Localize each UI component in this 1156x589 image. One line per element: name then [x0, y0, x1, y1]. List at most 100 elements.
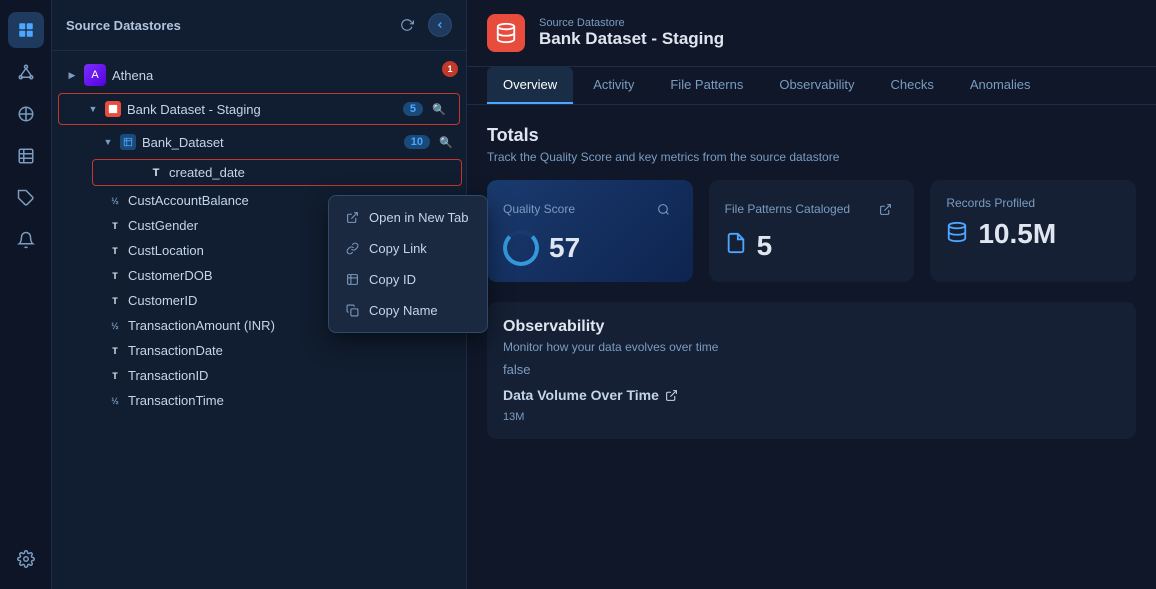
transaction-time-type-icon: ½: [108, 394, 122, 408]
main-content: Source Datastore Bank Dataset - Staging …: [467, 0, 1156, 589]
sidebar: Source Datastores ▶ A Athena 1 ▼ Bank Da…: [52, 0, 467, 589]
copy-link-label: Copy Link: [369, 241, 427, 256]
collapse-sidebar-button[interactable]: [428, 13, 452, 37]
totals-subtitle: Track the Quality Score and key metrics …: [487, 150, 1136, 164]
nav-icon-bell[interactable]: [8, 222, 44, 258]
cust-account-type-icon: ½: [108, 194, 122, 208]
content-header: Source Datastore Bank Dataset - Staging: [467, 0, 1156, 67]
cust-location-type-icon: T: [108, 244, 122, 258]
file-patterns-value: 5: [725, 230, 899, 262]
transaction-id-type-icon: T: [108, 369, 122, 383]
open-new-tab-icon: [345, 211, 359, 225]
nav-icon-settings[interactable]: [8, 541, 44, 577]
file-patterns-link[interactable]: [872, 196, 898, 222]
athena-expand-arrow[interactable]: ▶: [66, 69, 78, 81]
open-new-tab-label: Open in New Tab: [369, 210, 469, 225]
context-menu-copy-link[interactable]: Copy Link: [329, 233, 487, 264]
chart-y-label: 13M: [503, 411, 1120, 423]
content-body: Totals Track the Quality Score and key m…: [467, 105, 1156, 589]
cust-gender-type-icon: T: [108, 219, 122, 233]
tab-anomalies[interactable]: Anomalies: [954, 67, 1047, 104]
transaction-amount-type-icon: ½: [108, 319, 122, 333]
sidebar-item-transaction-time[interactable]: ½ TransactionTime: [52, 388, 466, 413]
metric-records-profiled: Records Profiled 10.5M: [930, 180, 1136, 282]
observability-title: Observability: [503, 318, 1120, 336]
customer-id-type-icon: T: [108, 294, 122, 308]
sidebar-item-bank-dataset-table[interactable]: ▼ Bank_Dataset 10 🔍: [60, 127, 466, 157]
bank-table-badge: 10: [404, 135, 430, 149]
observability-section: Observability Monitor how your data evol…: [487, 302, 1136, 439]
refresh-button[interactable]: [394, 12, 420, 38]
nav-rail: [0, 0, 52, 589]
header-info: Source Datastore Bank Dataset - Staging: [539, 17, 724, 49]
context-menu: Open in New Tab Copy Link Copy ID Copy N…: [328, 195, 488, 333]
totals-title: Totals: [487, 125, 1136, 146]
created-date-label: created_date: [169, 165, 451, 180]
quality-score-value: 57: [503, 230, 677, 266]
nav-icon-tag[interactable]: [8, 180, 44, 216]
nav-icon-home[interactable]: [8, 12, 44, 48]
file-patterns-label: File Patterns Cataloged: [725, 202, 850, 216]
bank-table-icon: [120, 134, 136, 150]
bank-dataset-expand-arrow[interactable]: ▼: [87, 103, 99, 115]
nav-icon-circle[interactable]: [8, 96, 44, 132]
tab-file-patterns[interactable]: File Patterns: [654, 67, 759, 104]
bank-table-label: Bank_Dataset: [142, 135, 398, 150]
header-subtitle: Source Datastore: [539, 17, 724, 29]
context-menu-open-new-tab[interactable]: Open in New Tab: [329, 202, 487, 233]
tab-checks[interactable]: Checks: [874, 67, 949, 104]
file-icon: [725, 232, 747, 260]
copy-id-label: Copy ID: [369, 272, 416, 287]
data-volume-link-icon[interactable]: [665, 389, 678, 402]
sidebar-title: Source Datastores: [66, 18, 181, 33]
bank-dataset-icon: [105, 101, 121, 117]
quality-score-search[interactable]: [651, 196, 677, 222]
metric-quality-score: Quality Score 57: [487, 180, 693, 282]
data-volume-header: Data Volume Over Time: [503, 387, 1120, 403]
athena-label: Athena: [112, 68, 456, 83]
quality-score-label: Quality Score: [503, 202, 575, 216]
records-profiled-label: Records Profiled: [946, 196, 1035, 210]
observability-subtitle: Monitor how your data evolves over time: [503, 340, 1120, 354]
bank-table-expand-arrow[interactable]: ▼: [102, 136, 114, 148]
transaction-time-label: TransactionTime: [128, 393, 456, 408]
datastore-icon: [487, 14, 525, 52]
data-volume-title: Data Volume Over Time: [503, 387, 659, 403]
athena-badge: 1: [442, 61, 458, 77]
sidebar-item-created-date[interactable]: T created_date: [92, 159, 462, 186]
sidebar-actions: [394, 12, 452, 38]
copy-id-icon: [345, 273, 359, 287]
bank-dataset-search-button[interactable]: 🔍: [429, 99, 449, 119]
tab-observability[interactable]: Observability: [763, 67, 870, 104]
tab-activity[interactable]: Activity: [577, 67, 650, 104]
tabs-bar: Overview Activity File Patterns Observab…: [467, 67, 1156, 105]
sidebar-item-athena[interactable]: ▶ A Athena 1: [52, 59, 466, 91]
context-menu-copy-name[interactable]: Copy Name: [329, 295, 487, 326]
file-patterns-header: File Patterns Cataloged: [725, 196, 899, 222]
sidebar-item-transaction-date[interactable]: T TransactionDate: [52, 338, 466, 363]
header-title: Bank Dataset - Staging: [539, 29, 724, 49]
sidebar-item-bank-dataset-staging[interactable]: ▼ Bank Dataset - Staging 5 🔍: [58, 93, 460, 125]
observability-status: false: [503, 362, 1120, 377]
context-menu-copy-id[interactable]: Copy ID: [329, 264, 487, 295]
records-profiled-value: 10.5M: [946, 218, 1120, 250]
bank-dataset-staging-label: Bank Dataset - Staging: [127, 102, 397, 117]
quality-score-header: Quality Score: [503, 196, 677, 222]
customer-dob-type-icon: T: [108, 269, 122, 283]
transaction-date-label: TransactionDate: [128, 343, 456, 358]
tab-overview[interactable]: Overview: [487, 67, 573, 104]
bank-dataset-badge: 5: [403, 102, 423, 116]
nav-icon-check[interactable]: [8, 138, 44, 174]
metric-file-patterns: File Patterns Cataloged 5: [709, 180, 915, 282]
metrics-row: Quality Score 57 File Patterns Cataloged: [487, 180, 1136, 282]
copy-name-icon: [345, 304, 359, 318]
athena-icon: A: [84, 64, 106, 86]
nav-icon-network[interactable]: [8, 54, 44, 90]
records-profiled-header: Records Profiled: [946, 196, 1120, 210]
transaction-id-label: TransactionID: [128, 368, 456, 383]
transaction-date-type-icon: T: [108, 344, 122, 358]
quality-score-circle: [503, 230, 539, 266]
bank-table-search-button[interactable]: 🔍: [436, 132, 456, 152]
created-date-type-icon: T: [149, 166, 163, 180]
sidebar-item-transaction-id[interactable]: T TransactionID: [52, 363, 466, 388]
